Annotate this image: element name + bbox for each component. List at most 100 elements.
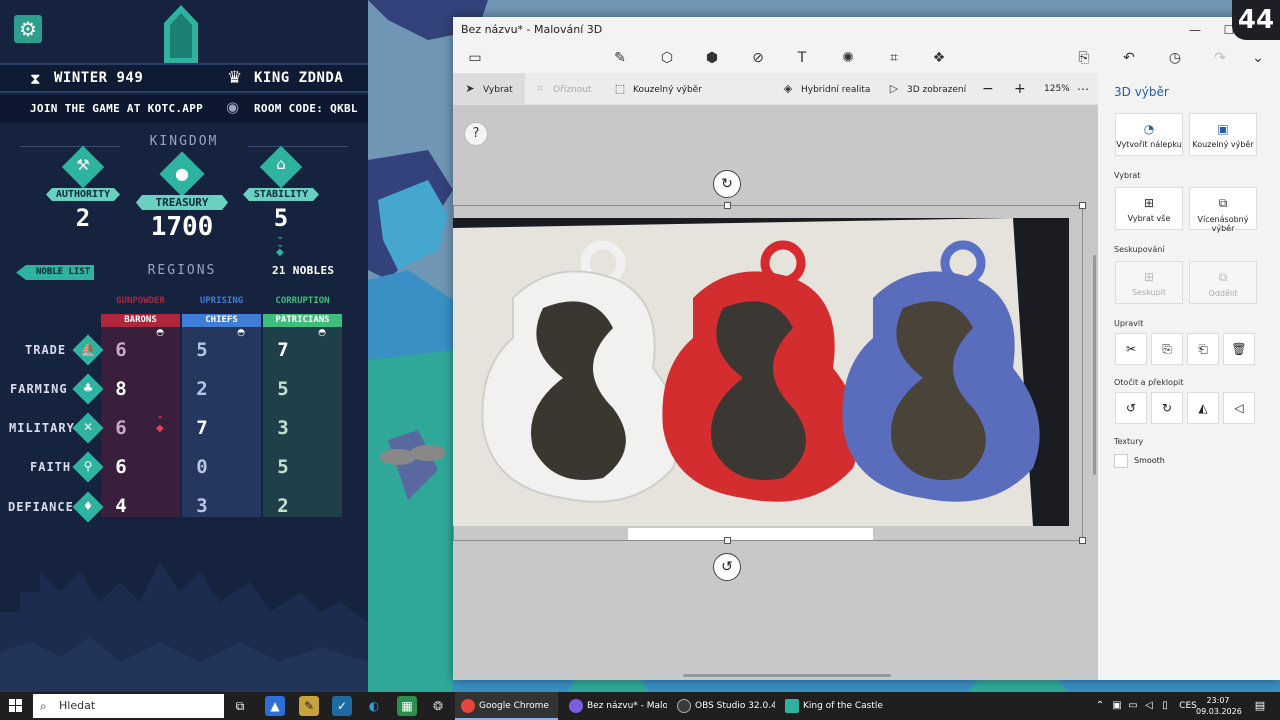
task-king-of-the-castle[interactable]: King of the Castle [779,692,883,720]
ungroup-button[interactable]: ⧉ Oddělit [1189,261,1257,304]
edit-section-title: Upravit [1114,319,1144,328]
help-button[interactable]: ? [464,122,488,146]
mask-icon: ◓ [156,328,164,338]
minimize-icon[interactable]: — [1178,17,1212,43]
brushes-icon[interactable]: ✎ [609,48,631,68]
rotate-handle-icon[interactable]: ↺ [713,553,741,581]
join-text: JOIN THE GAME AT KOTC.APP [30,102,204,115]
taskbar-clock[interactable]: 23:07 09.03.2026 [1196,695,1242,717]
search-placeholder: Hledat [59,699,96,712]
3d-view-button[interactable]: ▷ 3D zobrazení [887,73,966,105]
paste-icon[interactable]: ⎘ [1073,48,1095,68]
volume-icon[interactable]: ◁ [1142,692,1156,720]
canvas-icon[interactable]: ⌗ [883,48,905,68]
paste-icon[interactable]: ⎗ [1187,333,1219,365]
flip-horizontal-icon[interactable]: ◭ [1187,392,1219,424]
canvas-area[interactable]: ? ↻ ↺ [453,105,1098,680]
ribbon: ▭ ✎ ⬡ ⬢ ⊘ T ✺ ⌗ ❖ ⎘ ↶ ◷ ↷ ⌄ [453,43,1280,73]
zoom-level[interactable]: 125% [1044,73,1070,105]
task-obs-studio[interactable]: OBS Studio 32.0.4 - ... [671,692,775,720]
stickers-icon[interactable]: ⊘ [747,48,769,68]
cursor-icon: ➤ [465,82,475,95]
resize-handle[interactable] [1079,202,1086,209]
rotate-left-icon[interactable]: ↺ [1115,392,1147,424]
select-tool[interactable]: ➤ Vybrat [453,73,525,105]
defiance-barons-value: 4 [115,495,127,517]
regions-title: REGIONS [147,263,217,278]
tray-chevron-icon[interactable]: ⌃ [1093,692,1107,720]
sticker-icon: ◔ [1143,122,1155,136]
pillar-icon: ⌂ [276,155,286,173]
cut-icon[interactable]: ✂ [1115,333,1147,365]
faith-icon: ⚲ [83,459,93,473]
military-chiefs-value: 7 [196,417,208,439]
keychains-photo[interactable] [453,218,1069,526]
menu-icon[interactable]: ▭ [464,48,486,68]
panel-title: 3D výběr [1114,85,1169,99]
3d-shapes-icon[interactable]: ⬢ [701,48,723,68]
edge-icon[interactable]: ◐ [364,696,384,716]
resize-handle[interactable] [724,537,731,544]
expand-icon[interactable]: ⌄ [1247,48,1269,68]
magic-select-tool[interactable]: ⬚ Kouzelný výběr [613,73,702,105]
2d-shapes-icon[interactable]: ⬡ [656,48,678,68]
task-google-chrome[interactable]: Google Chrome [455,692,558,720]
network-icon[interactable]: ▭ [1126,692,1140,720]
swords-icon: ✕ [82,420,94,434]
task-view-icon[interactable]: ⧉ [230,696,250,716]
app-icon[interactable]: ❂ [428,696,448,716]
app-icon[interactable]: ✓ [332,696,352,716]
military-patricians-value: 3 [277,417,289,439]
hidden-eye-icon[interactable]: ◉ [226,98,239,116]
3d-library-icon[interactable]: ❖ [928,48,950,68]
treasury-label: TREASURY [136,195,228,210]
zoom-out-button[interactable]: − [982,73,994,105]
smooth-checkbox[interactable] [1114,454,1128,468]
undo-icon[interactable]: ↶ [1118,48,1140,68]
effects-icon[interactable]: ✺ [837,48,859,68]
kingdom-title: KINGDOM [120,134,248,149]
rotate-handle-icon[interactable]: ↻ [713,170,741,198]
notifications-icon[interactable]: ▤ [1250,692,1270,720]
zoom-in-button[interactable]: + [1014,73,1026,105]
store-icon[interactable]: ▦ [397,696,417,716]
more-options-icon[interactable]: ⋯ [1077,73,1089,105]
trade-patricians-value: 7 [277,339,289,361]
task-paint3d[interactable]: Bez názvu* - Malov... [563,692,667,720]
copy-icon[interactable]: ⎘ [1151,333,1183,365]
noble-list-button[interactable]: NOBLE LIST [16,265,94,280]
tray-app-icon[interactable]: ▣ [1110,692,1124,720]
app-icon[interactable]: ✎ [299,696,319,716]
group-section-title: Seskupování [1114,245,1165,254]
faith-barons-value: 6 [115,456,127,478]
crop-tool[interactable]: ⌗ Oříznout [533,73,592,105]
text-icon[interactable]: T [791,48,813,68]
windows-start-icon[interactable] [9,699,23,713]
mixed-reality-button[interactable]: ◈ Hybridní realita [781,73,871,105]
white-strip [628,528,873,540]
stability-value: 5 [273,204,289,232]
farming-barons-value: 8 [115,378,127,400]
resize-handle[interactable] [1079,537,1086,544]
rotate-right-icon[interactable]: ↻ [1151,392,1183,424]
multi-select-button[interactable]: ⧉ Vícenásobný výběr [1189,187,1257,233]
onedrive-photo-icon[interactable]: ▲ [265,696,285,716]
battery-icon[interactable]: ▯ [1158,692,1172,720]
settings-gear-icon[interactable]: ⚙ [14,15,42,43]
resize-handle[interactable] [724,202,731,209]
delete-icon[interactable]: 🗑 [1223,333,1255,365]
history-icon[interactable]: ◷ [1164,48,1186,68]
taskbar-search[interactable]: ⌕ Hledat [33,694,224,718]
keychains-image [453,218,1069,526]
select-all-button[interactable]: ⊞ Vybrat vše [1115,187,1183,230]
vertical-scrollbar[interactable] [1093,255,1096,475]
make-sticker-button[interactable]: ◔ Vytvořit nálepku [1115,113,1183,156]
military-change-icon: ⌃ ◆ [156,415,165,434]
flip-vertical-icon[interactable]: ◁ [1223,392,1255,424]
select-toolbar: ➤ Vybrat ⌗ Oříznout ⬚ Kouzelný výběr ◈ Hybri… [453,73,1098,105]
group-button[interactable]: ⊞ Seskupit [1115,261,1183,304]
horizontal-scrollbar[interactable] [683,674,891,677]
trade-chiefs-value: 5 [196,339,208,361]
redo-icon[interactable]: ↷ [1209,48,1231,68]
magic-select-button[interactable]: ▣ Kouzelný výběr [1189,113,1257,156]
